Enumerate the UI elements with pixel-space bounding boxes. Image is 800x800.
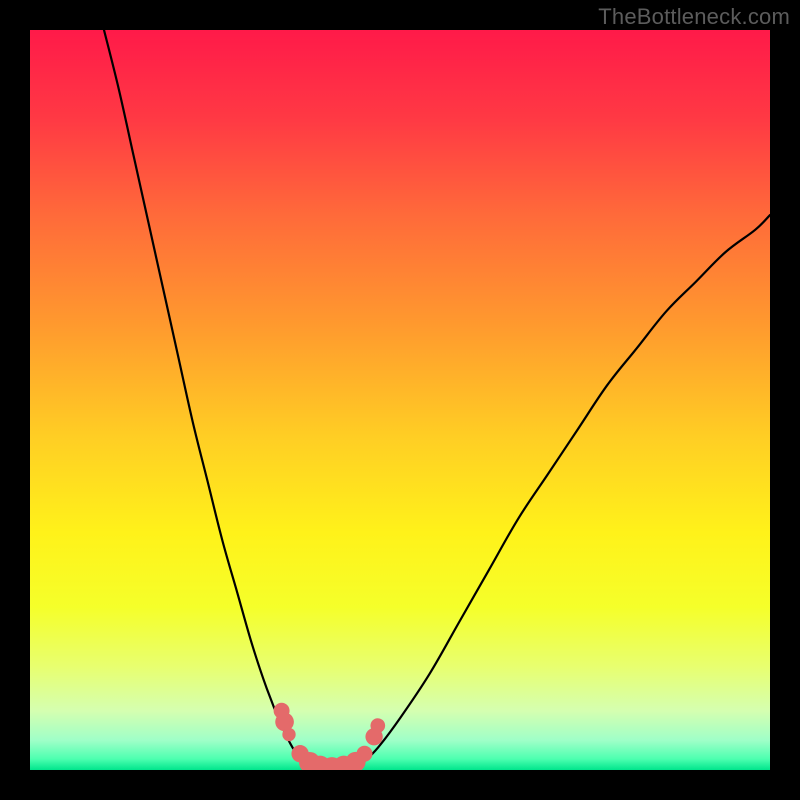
valley-marker [356,746,372,762]
plot-area [30,30,770,770]
watermark-text: TheBottleneck.com [598,4,790,30]
chart-frame: TheBottleneck.com [0,0,800,800]
chart-svg [30,30,770,770]
valley-marker [370,718,385,733]
valley-marker [282,728,295,741]
